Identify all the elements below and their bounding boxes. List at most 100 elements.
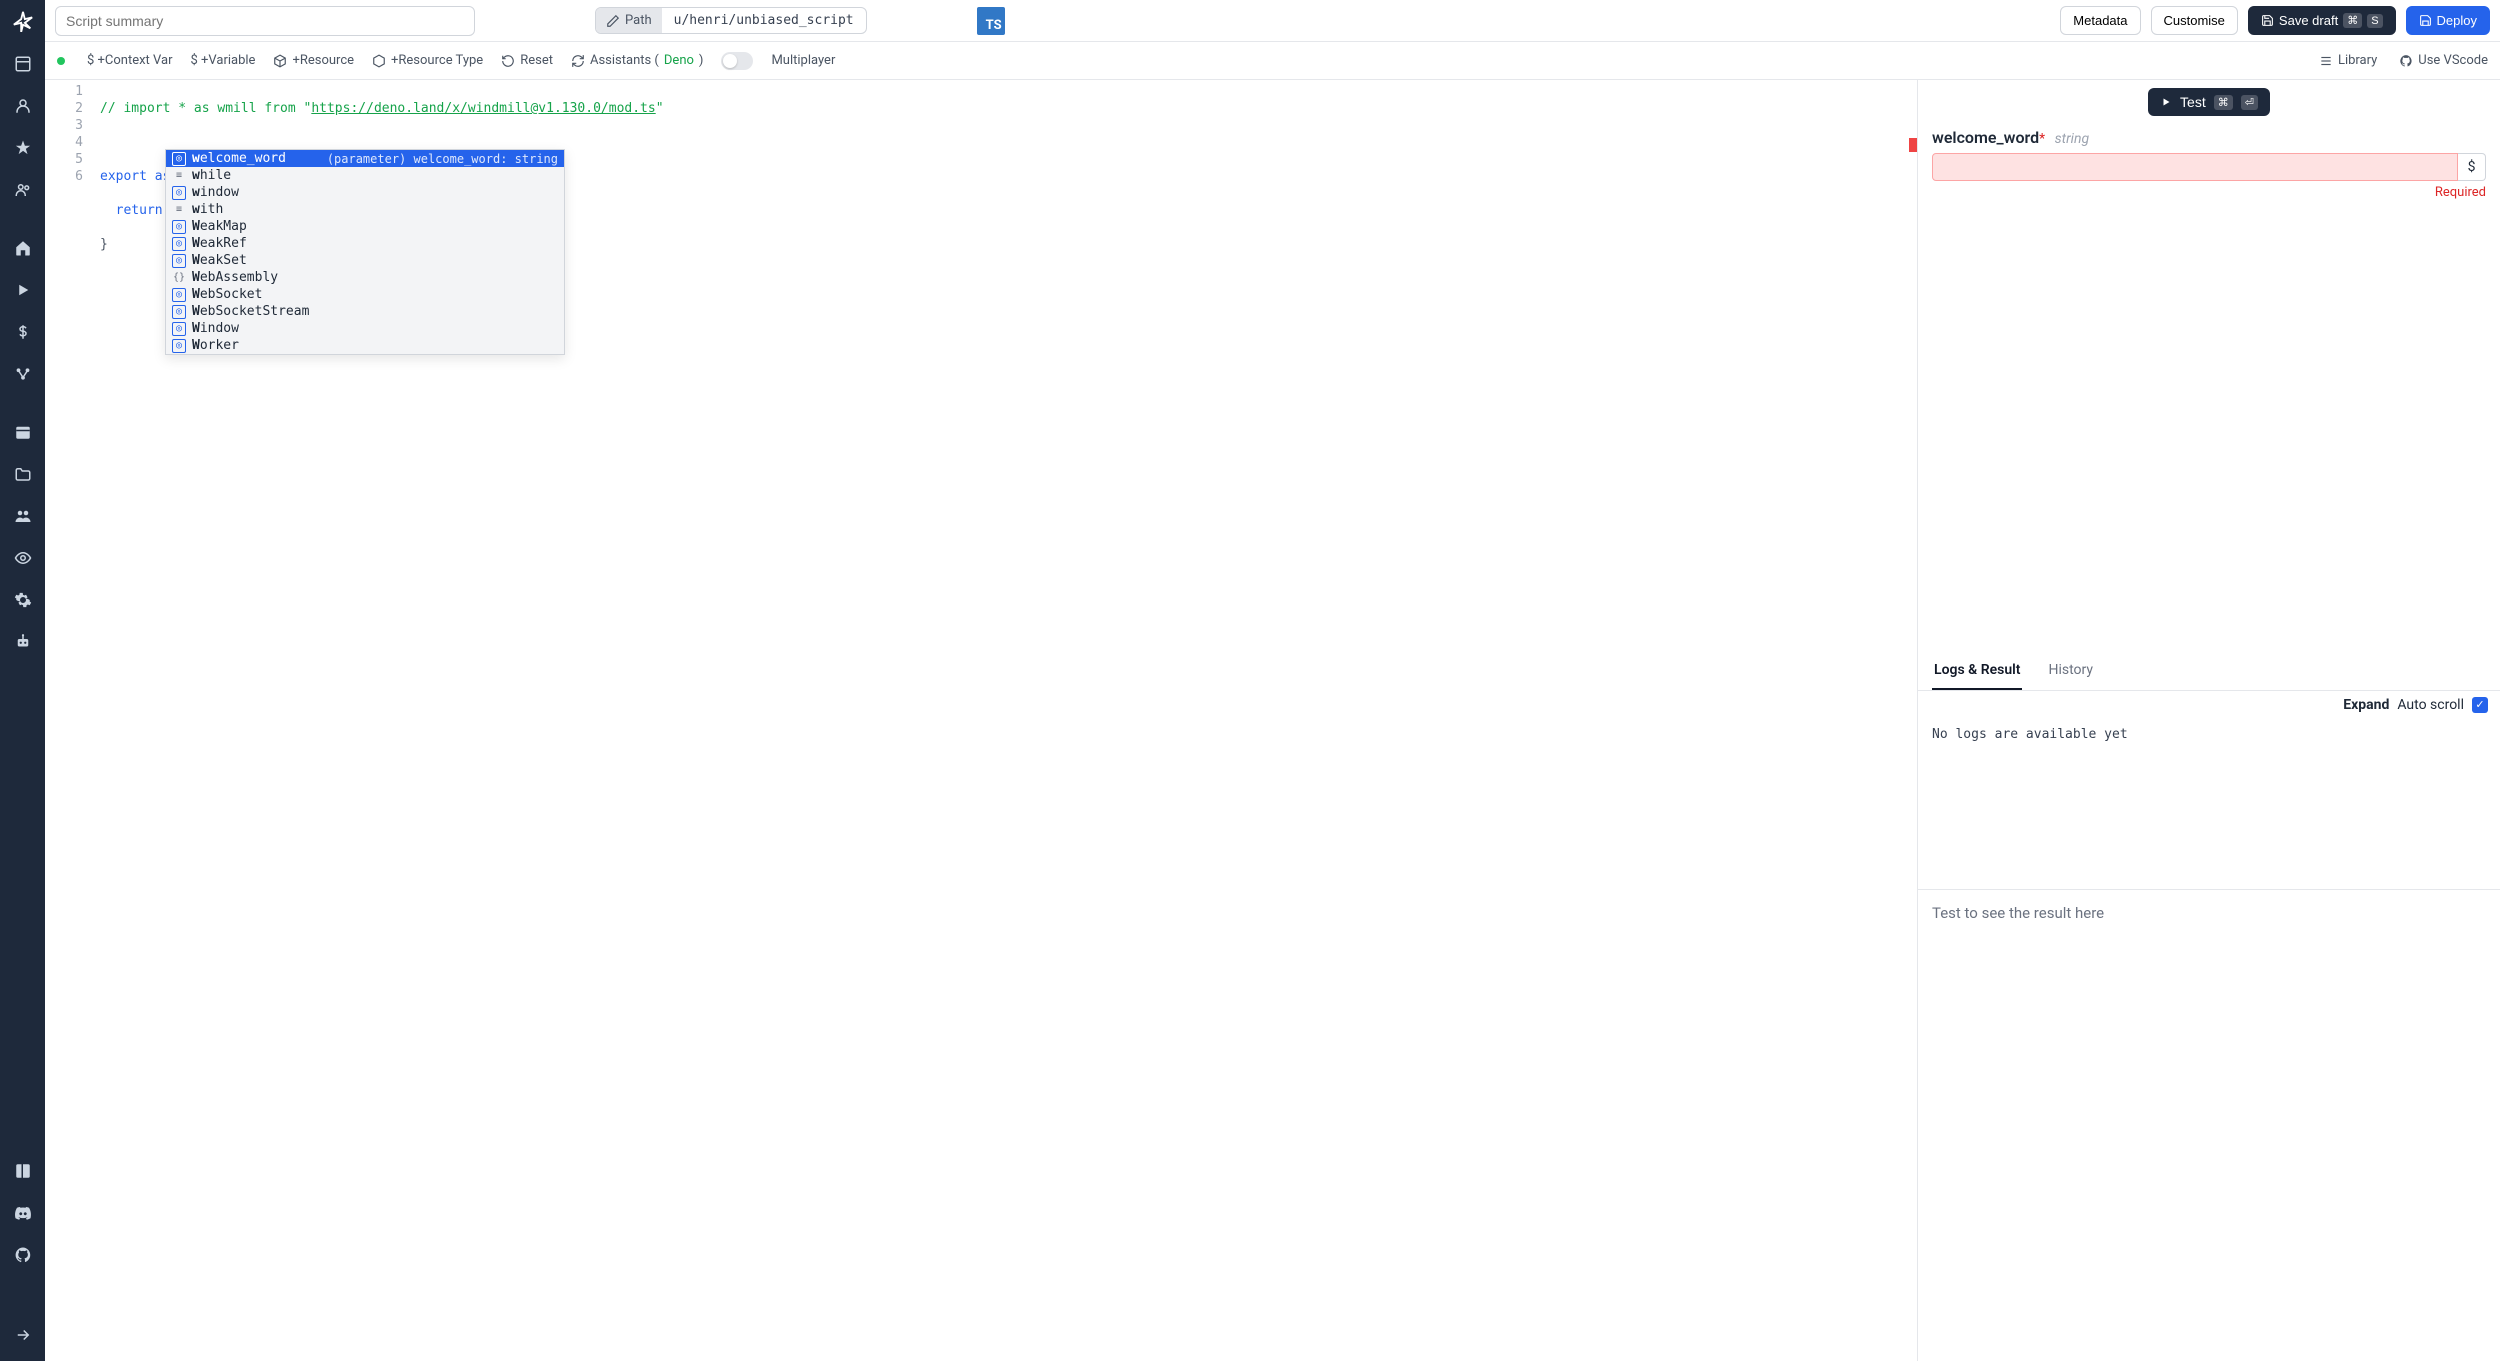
- variable-icon: ◎: [172, 339, 186, 353]
- line-number: 2: [45, 100, 83, 117]
- autocomplete-label: window: [192, 185, 239, 200]
- library-button[interactable]: Library: [2319, 53, 2377, 68]
- multiplayer-label: Multiplayer: [771, 53, 835, 68]
- expand-button[interactable]: Expand: [2343, 697, 2389, 713]
- line-number: 6: [45, 168, 83, 185]
- cluster-icon[interactable]: [0, 362, 45, 386]
- autocomplete-item[interactable]: ◎Worker: [166, 337, 564, 354]
- variable-icon: ◎: [172, 186, 186, 200]
- users-icon[interactable]: [0, 178, 45, 202]
- autocomplete-item[interactable]: {} WebAssembly: [166, 269, 564, 286]
- github-icon: [2399, 54, 2413, 68]
- save-icon: [2419, 14, 2432, 27]
- assistants-button[interactable]: Assistants (Deno): [571, 53, 703, 68]
- logs-output: No logs are available yet: [1918, 719, 2500, 889]
- gear-icon[interactable]: [0, 588, 45, 612]
- reset-button[interactable]: Reset: [501, 53, 553, 68]
- sync-icon: [571, 54, 585, 68]
- autocomplete-label: WebSocket: [192, 287, 262, 302]
- param-variable-picker[interactable]: $: [2458, 153, 2486, 181]
- pencil-icon: [606, 14, 620, 28]
- eye-icon[interactable]: [0, 546, 45, 570]
- autocomplete-label: with: [192, 202, 223, 217]
- line-number: 5: [45, 151, 83, 168]
- reset-label: Reset: [520, 53, 553, 68]
- autocomplete-item[interactable]: ◎WeakSet: [166, 252, 564, 269]
- autocomplete-item[interactable]: ≡while: [166, 167, 564, 184]
- autocomplete-label: WeakRef: [192, 236, 247, 251]
- team-icon[interactable]: [0, 504, 45, 528]
- variable-icon: ◎: [172, 254, 186, 268]
- save-draft-button[interactable]: Save draft ⌘ S: [2248, 6, 2396, 35]
- line-gutter: 123456: [45, 80, 93, 185]
- autocomplete-item[interactable]: ◎ window: [166, 184, 564, 201]
- play-icon[interactable]: [0, 278, 45, 302]
- keyword-icon: ≡: [172, 169, 186, 183]
- kbd-cmd: ⌘: [2343, 13, 2362, 28]
- autocomplete-item[interactable]: ◎WeakRef: [166, 235, 564, 252]
- deploy-button[interactable]: Deploy: [2406, 6, 2490, 35]
- github-icon[interactable]: [14, 1243, 32, 1267]
- namespace-icon: {}: [172, 271, 186, 285]
- error-marker: [1909, 138, 1917, 152]
- discord-icon[interactable]: [14, 1201, 32, 1225]
- path-button[interactable]: Path: [596, 8, 662, 33]
- expand-sidebar-icon[interactable]: [14, 1323, 32, 1347]
- metadata-button[interactable]: Metadata: [2060, 6, 2140, 35]
- user-icon[interactable]: [0, 94, 45, 118]
- autocomplete-item[interactable]: ≡ with: [166, 201, 564, 218]
- code-editor[interactable]: 123456 // import * as wmill from "https:…: [45, 80, 1918, 1361]
- required-label: Required: [1932, 185, 2486, 200]
- autocomplete-item[interactable]: ◎WebSocketStream: [166, 303, 564, 320]
- result-output: Test to see the result here: [1918, 889, 2500, 1361]
- line-number: 1: [45, 83, 83, 100]
- dollar-icon[interactable]: [0, 320, 45, 344]
- test-button[interactable]: Test ⌘ ⏎: [2148, 88, 2270, 116]
- multiplayer-toggle[interactable]: [721, 52, 753, 70]
- autocomplete-item[interactable]: ◎ WeakMap: [166, 218, 564, 235]
- autocomplete-item[interactable]: ◎Window: [166, 320, 564, 337]
- status-dot: [57, 57, 65, 65]
- assistants-suffix: ): [699, 53, 704, 68]
- path-value: u/henri/unbiased_script: [662, 8, 866, 33]
- folder-icon[interactable]: [0, 462, 45, 486]
- autocomplete-item[interactable]: ◎ WebSocket: [166, 286, 564, 303]
- path-label: Path: [625, 13, 652, 28]
- customise-button[interactable]: Customise: [2151, 6, 2238, 35]
- auto-scroll-checkbox[interactable]: ✓: [2472, 697, 2488, 713]
- script-summary-input[interactable]: [55, 6, 475, 36]
- home-icon[interactable]: [0, 236, 45, 260]
- variable-icon: ◎: [172, 220, 186, 234]
- param-type: string: [2055, 131, 2089, 147]
- variable-button[interactable]: $ +Variable: [191, 53, 256, 68]
- calendar-icon[interactable]: [0, 420, 45, 444]
- variable-icon: ◎: [172, 322, 186, 336]
- autocomplete-label: WebSocketStream: [192, 304, 309, 319]
- autocomplete-label: WebAssembly: [192, 270, 278, 285]
- left-sidebar: [0, 0, 45, 1361]
- param-required-asterisk: *: [2039, 131, 2045, 147]
- variable-icon: ◎: [172, 288, 186, 302]
- deploy-label: Deploy: [2437, 13, 2477, 28]
- autocomplete-label: WeakMap: [192, 219, 247, 234]
- book-icon[interactable]: [14, 1159, 32, 1183]
- right-panel: Test ⌘ ⏎ welcome_word* string $ Required: [1918, 80, 2500, 1361]
- autocomplete-popup: ◎welcome_word(parameter) welcome_word: s…: [165, 149, 565, 355]
- tab-logs-result[interactable]: Logs & Result: [1932, 652, 2022, 690]
- tab-history[interactable]: History: [2046, 652, 2095, 690]
- param-input[interactable]: [1932, 153, 2458, 181]
- use-vscode-button[interactable]: Use VScode: [2399, 53, 2488, 68]
- keyword-icon: ≡: [172, 203, 186, 217]
- robot-icon[interactable]: [0, 630, 45, 654]
- workspace-icon[interactable]: [0, 52, 45, 76]
- context-var-button[interactable]: $ +Context Var: [87, 53, 173, 68]
- resource-type-label: +Resource Type: [391, 53, 483, 68]
- windmill-logo-icon[interactable]: [12, 10, 34, 32]
- resource-button[interactable]: +Resource: [273, 53, 354, 68]
- cube-icon: [273, 54, 287, 68]
- resource-type-button[interactable]: +Resource Type: [372, 53, 483, 68]
- autocomplete-item[interactable]: ◎welcome_word(parameter) welcome_word: s…: [166, 150, 564, 167]
- line-number: 4: [45, 134, 83, 151]
- save-draft-label: Save draft: [2279, 13, 2338, 28]
- star-icon[interactable]: [0, 136, 45, 160]
